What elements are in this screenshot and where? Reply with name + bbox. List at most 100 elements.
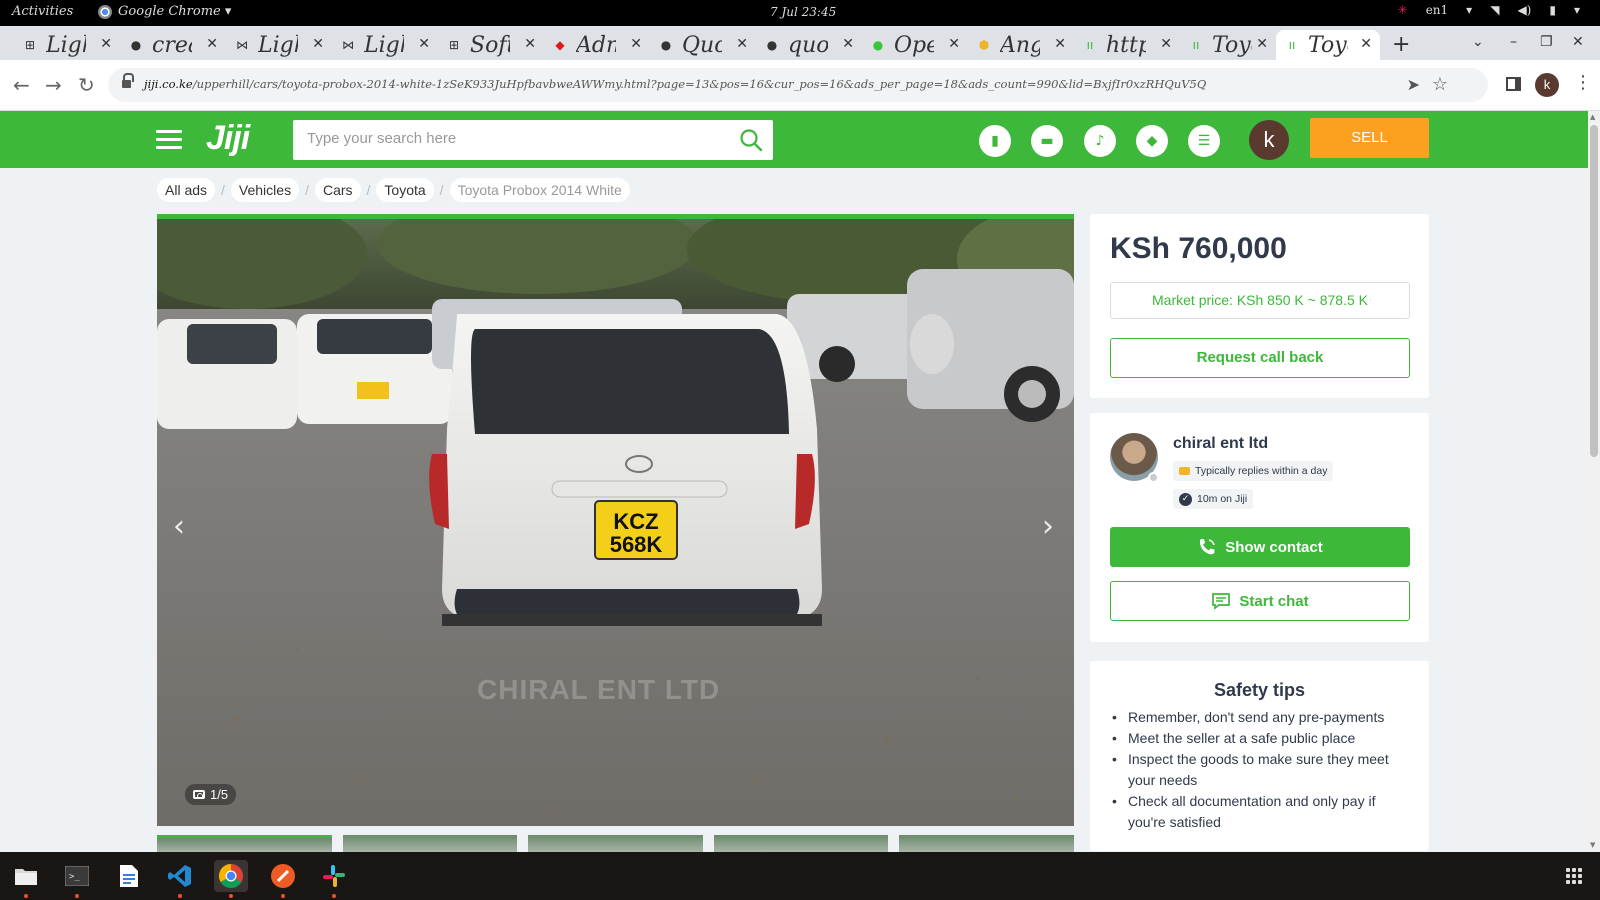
user-avatar[interactable]: k <box>1249 120 1289 160</box>
close-icon[interactable]: ✕ <box>630 36 642 52</box>
breadcrumb-toyota[interactable]: Toyota <box>376 178 434 202</box>
browser-tab[interactable]: ● quo ✕ <box>756 30 862 60</box>
close-icon[interactable]: ✕ <box>1054 36 1066 52</box>
reload-icon[interactable]: ↻ <box>78 73 95 97</box>
chevron-down-icon[interactable]: ▾ <box>1574 3 1580 17</box>
wifi-icon[interactable]: ◥ <box>1490 3 1499 17</box>
browser-tab[interactable]: ⊞ Ligh ✕ <box>14 30 120 60</box>
close-icon[interactable]: ✕ <box>312 36 324 52</box>
browser-tab[interactable]: ⋈ Ligh ✕ <box>332 30 438 60</box>
show-contact-label: Show contact <box>1225 538 1323 556</box>
car-photo[interactable]: KCZ 568K <box>157 219 1074 826</box>
close-icon[interactable]: ✕ <box>418 36 430 52</box>
app-menu[interactable]: Google Chrome ▾ <box>98 4 231 19</box>
activities-button[interactable]: Activities <box>12 4 73 19</box>
browser-tab[interactable]: ● crea ✕ <box>120 30 226 60</box>
chevron-down-icon[interactable]: ▾ <box>1466 3 1472 17</box>
jiji-logo[interactable]: Jiji <box>206 119 250 158</box>
share-icon[interactable]: ➤ <box>1407 75 1420 94</box>
search-icon[interactable] <box>739 128 763 152</box>
browser-tab[interactable]: ıı Toyo ✕ <box>1180 30 1276 60</box>
text-editor-icon[interactable] <box>112 860 146 892</box>
system-tray[interactable]: ✳ en1 ▾ ◥ ◀) ▮ ▾ <box>1398 3 1580 17</box>
tab-label: Ope <box>894 32 934 58</box>
start-chat-button[interactable]: Start chat <box>1110 581 1410 621</box>
minimize-icon[interactable]: – <box>1510 34 1517 50</box>
terminal-icon[interactable]: >_ <box>60 860 94 898</box>
check-icon: ✓ <box>1179 492 1192 506</box>
scrollbar-thumb[interactable] <box>1590 125 1598 457</box>
premium-diamond-icon[interactable]: ◆ <box>1136 125 1168 157</box>
browser-tab-active[interactable]: ıı Toyo ✕ <box>1276 30 1380 60</box>
close-window-icon[interactable]: ✕ <box>1572 34 1584 50</box>
seller-name[interactable]: chiral ent ltd <box>1173 435 1268 453</box>
messages-icon[interactable]: ▬ <box>1031 125 1063 157</box>
safety-tip: Check all documentation and only pay if … <box>1110 791 1410 833</box>
url-text[interactable]: jiji.co.ke/upperhill/cars/toyota-probox-… <box>144 77 1206 91</box>
chrome-icon[interactable] <box>214 860 248 898</box>
chevron-right-icon[interactable]: › <box>1042 509 1054 544</box>
close-icon[interactable]: ✕ <box>100 36 112 52</box>
breadcrumb-all-ads[interactable]: All ads <box>157 178 216 202</box>
browser-tab[interactable]: ● Quo ✕ <box>650 30 756 60</box>
thumbnail[interactable] <box>157 835 332 852</box>
slack-tray-icon[interactable]: ✳ <box>1398 3 1408 17</box>
breadcrumb-cars[interactable]: Cars <box>314 178 361 202</box>
browser-tab[interactable]: ıı http ✕ <box>1074 30 1180 60</box>
hamburger-menu-icon[interactable] <box>156 130 182 149</box>
breadcrumb-vehicles[interactable]: Vehicles <box>230 178 300 202</box>
clock[interactable]: 7 Jul 23:45 <box>770 5 836 19</box>
safety-tips-card: Safety tips Remember, don't send any pre… <box>1090 661 1429 851</box>
show-contact-button[interactable]: Show contact <box>1110 527 1410 567</box>
address-bar[interactable]: jiji.co.ke/upperhill/cars/toyota-probox-… <box>108 68 1488 102</box>
browser-tab[interactable]: ⊞ Soft ✕ <box>438 30 544 60</box>
kebab-menu-icon[interactable]: ⋮ <box>1574 72 1592 93</box>
side-panel-icon[interactable] <box>1506 77 1521 91</box>
lock-icon[interactable] <box>122 73 134 89</box>
forward-arrow-icon[interactable]: → <box>45 73 62 97</box>
battery-icon[interactable]: ▮ <box>1549 3 1556 17</box>
scroll-up-arrow-icon[interactable]: ▲ <box>1590 113 1595 121</box>
show-applications-grid-icon[interactable] <box>1566 868 1582 884</box>
close-icon[interactable]: ✕ <box>736 36 748 52</box>
scroll-down-arrow-icon[interactable]: ▼ <box>1590 841 1595 849</box>
thumbnail[interactable] <box>342 835 518 852</box>
close-icon[interactable]: ✕ <box>1360 36 1372 52</box>
profile-avatar[interactable]: k <box>1535 73 1559 97</box>
close-icon[interactable]: ✕ <box>1160 36 1172 52</box>
photo-gallery[interactable]: KCZ 568K CHIRAL ENT LTD ‹ › 1/5 <box>157 214 1074 826</box>
back-arrow-icon[interactable]: ← <box>13 73 30 97</box>
page-scrollbar[interactable]: ▲ ▼ <box>1588 111 1600 852</box>
close-icon[interactable]: ✕ <box>1256 36 1268 52</box>
thumbnail[interactable] <box>713 835 889 852</box>
thumbnail[interactable] <box>899 835 1074 852</box>
bookmark-icon[interactable]: ▮ <box>979 125 1011 157</box>
thumbnail[interactable] <box>528 835 703 852</box>
chevron-left-icon[interactable]: ‹ <box>173 509 185 544</box>
sell-button[interactable]: SELL <box>1310 118 1429 158</box>
request-call-back-button[interactable]: Request call back <box>1110 338 1410 378</box>
new-tab-button[interactable]: + <box>1392 32 1410 57</box>
browser-tab[interactable]: ● Ope ✕ <box>862 30 968 60</box>
close-icon[interactable]: ✕ <box>948 36 960 52</box>
slack-icon[interactable] <box>317 860 351 898</box>
browser-tab[interactable]: ◆ Adn ✕ <box>544 30 650 60</box>
maximize-icon[interactable]: ❐ <box>1540 34 1553 50</box>
close-icon[interactable]: ✕ <box>524 36 536 52</box>
tab-label: Toyo <box>1212 32 1252 58</box>
browser-tab[interactable]: ⬢ Ang ✕ <box>968 30 1074 60</box>
close-icon[interactable]: ✕ <box>842 36 854 52</box>
postman-icon[interactable] <box>266 860 300 898</box>
browser-tab[interactable]: ⋈ Ligh ✕ <box>226 30 332 60</box>
volume-icon[interactable]: ◀) <box>1517 3 1531 17</box>
notifications-bell-icon[interactable]: ♪ <box>1084 125 1116 157</box>
vscode-icon[interactable] <box>163 860 197 898</box>
breadcrumb-separator: / <box>305 182 309 198</box>
bookmark-star-icon[interactable]: ☆ <box>1432 74 1448 95</box>
language-indicator[interactable]: en1 <box>1426 3 1448 17</box>
close-icon[interactable]: ✕ <box>206 36 218 52</box>
my-adverts-list-icon[interactable]: ☰ <box>1188 125 1220 157</box>
search-input[interactable] <box>307 130 727 147</box>
tab-search-chevron-icon[interactable]: ⌄ <box>1472 34 1484 50</box>
files-icon[interactable] <box>9 860 43 898</box>
